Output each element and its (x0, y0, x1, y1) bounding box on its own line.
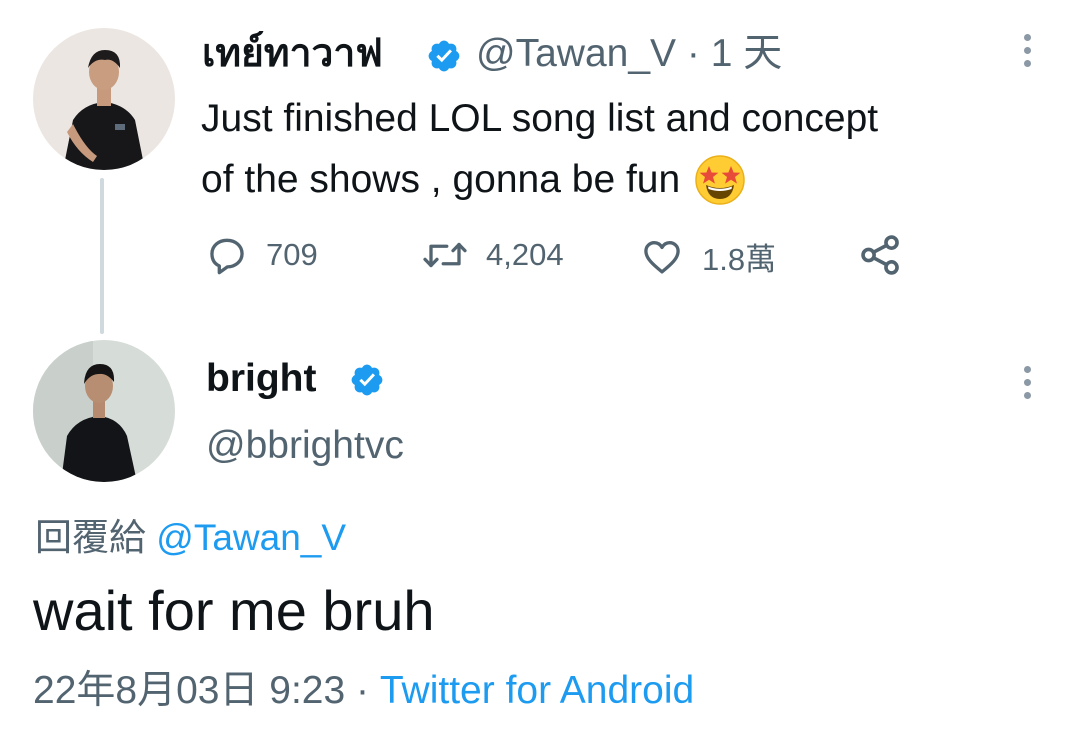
tweet-meta: 22年8月03日 9:23 · Twitter for Android (33, 668, 694, 714)
parent-tweet-text-line1: Just finished LOL song list and concept (201, 97, 879, 140)
meta-separator: · (356, 669, 370, 712)
retweet-icon (423, 242, 467, 268)
retweet-action[interactable]: 4,204 (422, 234, 564, 276)
reply-display-name[interactable]: bright (206, 356, 316, 402)
parent-tweet-text-line2: of the shows , gonna be fun (201, 158, 681, 201)
avatar-parent[interactable] (33, 28, 175, 170)
retweet-count: 4,204 (486, 237, 564, 272)
header-separator: · (686, 32, 700, 75)
star-struck-emoji-icon (695, 154, 745, 205)
parent-time[interactable]: 1 天 (711, 32, 783, 75)
reply-icon (210, 238, 244, 275)
verified-badge-icon (428, 40, 460, 72)
parent-display-name[interactable]: เทย์ทาวาฟ (202, 31, 383, 77)
more-vertical-icon[interactable] (1020, 34, 1034, 73)
parent-tweet-text: Just finished LOL song list and concept … (201, 88, 1061, 210)
reply-tweet-text: wait for me bruh (33, 579, 435, 642)
verified-badge-icon (351, 364, 383, 396)
more-vertical-icon[interactable] (1020, 366, 1034, 405)
thread-connector-line (100, 178, 104, 334)
replying-to-handle[interactable]: @Tawan_V (156, 517, 346, 558)
tweet-timestamp[interactable]: 22年8月03日 9:23 (33, 669, 345, 712)
reply-count: 709 (266, 237, 318, 272)
share-button[interactable] (858, 234, 904, 281)
tweet-source[interactable]: Twitter for Android (380, 669, 694, 712)
replying-to: 回覆給 @Tawan_V (35, 516, 346, 560)
avatar-reply[interactable] (33, 340, 175, 482)
parent-handle-row: @Tawan_V · 1 天 (476, 31, 782, 77)
reply-handle[interactable]: @bbrightvc (206, 423, 404, 469)
like-action[interactable]: 1.8萬 (640, 234, 776, 279)
reply-action[interactable]: 709 (206, 234, 318, 276)
like-count: 1.8萬 (702, 242, 777, 277)
replying-to-label: 回覆給 (35, 517, 146, 558)
parent-handle[interactable]: @Tawan_V (476, 32, 676, 75)
heart-icon (644, 240, 680, 274)
share-icon (861, 235, 899, 275)
